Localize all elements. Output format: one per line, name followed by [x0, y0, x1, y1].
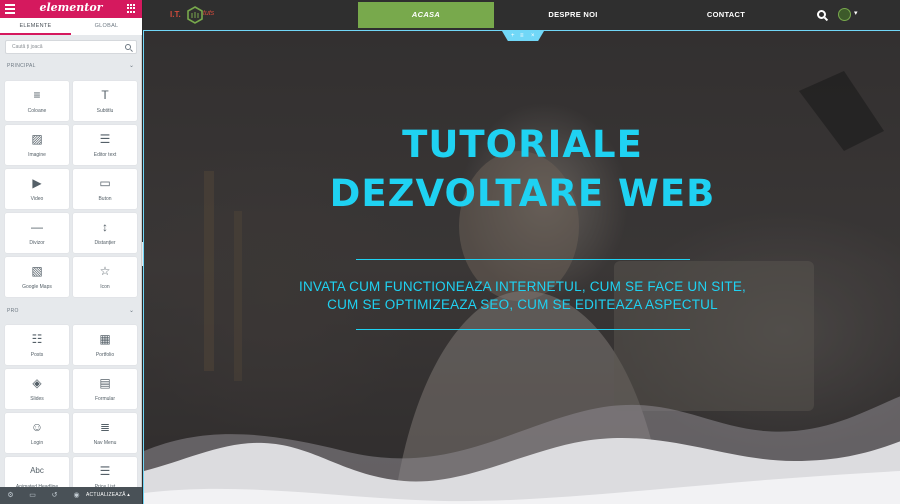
- hero-subtitle-line2: CUM SE OPTIMIZEAZA SEO, CUM SE EDITEAZA …: [327, 297, 718, 312]
- tab-elements[interactable]: ELEMENTE: [0, 18, 71, 35]
- screen: elementor ELEMENTE GLOBAL Caută ți joacă…: [0, 0, 900, 504]
- widget-star[interactable]: ☆ Icon: [73, 257, 137, 297]
- hero-divider-bottom: [356, 329, 690, 330]
- widget-label: Coloane: [27, 108, 47, 114]
- logo-text-left: I.T.: [170, 10, 181, 19]
- menu-item-acasa[interactable]: ACASA: [358, 2, 494, 28]
- widget-label: Imagine: [28, 152, 46, 158]
- widget-search-input[interactable]: Caută ți joacă: [5, 40, 137, 54]
- widget-button[interactable]: ▭ Buton: [73, 169, 137, 209]
- avatar[interactable]: [838, 8, 851, 21]
- video-icon: ▶: [32, 176, 42, 190]
- widget-image[interactable]: ▨ Imagine: [5, 125, 69, 165]
- drag-handle-icon[interactable]: ≡: [520, 32, 524, 40]
- widget-form[interactable]: ▤ Formular: [73, 369, 137, 409]
- settings-icon[interactable]: ⚙: [6, 491, 15, 500]
- image-icon: ▨: [31, 132, 43, 146]
- widget-label: Posts: [30, 352, 44, 358]
- slides-icon: ◈: [32, 376, 42, 390]
- widget-label: Formular: [94, 396, 115, 402]
- widget-video[interactable]: ▶ Video: [5, 169, 69, 209]
- caret-up-icon[interactable]: ▴: [127, 492, 130, 498]
- widget-columns[interactable]: ≡ Coloane: [5, 81, 69, 121]
- animated-headline-icon: Abc: [30, 466, 44, 475]
- widget-nav-menu[interactable]: ≣ Nav Menu: [73, 413, 137, 453]
- widget-divider[interactable]: — Divizor: [5, 213, 69, 253]
- close-icon[interactable]: ×: [531, 32, 535, 40]
- menu-item-contact[interactable]: CONTACT: [658, 2, 794, 28]
- preview-eye-icon[interactable]: ◉: [72, 491, 81, 500]
- posts-icon: ☷: [31, 332, 43, 346]
- section-edit-handle[interactable]: + ≡ ×: [502, 31, 544, 41]
- panel-header: elementor: [0, 0, 142, 18]
- spacer-icon: ↕: [102, 220, 108, 234]
- update-label: ACTUALIZEAZĂ: [86, 492, 126, 498]
- portfolio-icon: ▦: [99, 332, 111, 346]
- hero-title-line1: TUTORIALE: [402, 123, 643, 166]
- map-icon: ▧: [31, 264, 43, 278]
- responsive-mode-icon[interactable]: ▭: [28, 491, 37, 500]
- site-navbar: I.T. tuts ACASA DESPRE NOI CONTACT ▾: [143, 0, 900, 30]
- widget-label: Video: [30, 196, 44, 202]
- widget-label: Editor text: [93, 152, 117, 158]
- price-list-icon: ☰: [99, 464, 111, 478]
- widget-label: Nav Menu: [93, 440, 117, 446]
- widget-heading[interactable]: T Subtitlu: [73, 81, 137, 121]
- widget-login[interactable]: ☺ Login: [5, 413, 69, 453]
- search-placeholder: Caută ți joacă: [12, 44, 43, 50]
- hero-divider-top: [356, 259, 690, 260]
- section-title-principal[interactable]: PRINCIPAL: [7, 63, 36, 69]
- section-title-pro[interactable]: PRO: [7, 308, 19, 314]
- elementor-panel: elementor ELEMENTE GLOBAL Caută ți joacă…: [0, 0, 142, 504]
- pro-widgets: ☷ Posts ▦ Portfolio ◈ Slides ▤ Formular ☺ Login ≣ N…: [5, 325, 137, 497]
- update-button[interactable]: ACTUALIZEAZĂ ▴: [86, 487, 130, 504]
- logo-text-right: tuts: [203, 10, 215, 17]
- hero-background-illustration: [144, 71, 900, 504]
- form-icon: ▤: [99, 376, 111, 390]
- panel-footer: ⚙ ▭ ↺ ◉ ACTUALIZEAZĂ ▴: [0, 487, 142, 504]
- star-icon: ☆: [99, 264, 111, 278]
- logo-hexagon-icon: [187, 6, 203, 24]
- widget-slides[interactable]: ◈ Slides: [5, 369, 69, 409]
- widget-map[interactable]: ▧ Google Maps: [5, 257, 69, 297]
- widget-spacer[interactable]: ↕ Distanțier: [73, 213, 137, 253]
- elementor-logo: elementor: [39, 1, 103, 14]
- widget-label: Icon: [100, 284, 110, 290]
- columns-icon: ≡: [33, 88, 41, 102]
- hero-subtitle-line1: INVATA CUM FUNCTIONEAZA INTERNETUL, CUM …: [299, 279, 746, 294]
- menu-item-despre-noi[interactable]: DESPRE NOI: [505, 2, 641, 28]
- divider-icon: —: [31, 220, 43, 234]
- widget-label: Login: [30, 440, 44, 446]
- button-icon: ▭: [99, 176, 111, 190]
- search-icon: [125, 44, 131, 50]
- chevron-down-icon[interactable]: ⌄: [129, 62, 134, 69]
- widget-label: Buton: [98, 196, 112, 202]
- hero-title-line2: DEZVOLTARE WEB: [329, 172, 716, 215]
- heading-icon: T: [101, 88, 109, 102]
- widget-posts[interactable]: ☷ Posts: [5, 325, 69, 365]
- widget-label: Portfolio: [95, 352, 115, 358]
- widget-label: Slides: [30, 396, 44, 402]
- login-icon: ☺: [30, 420, 44, 434]
- chevron-down-icon[interactable]: ⌄: [129, 307, 134, 314]
- widget-label: Distanțier: [94, 240, 116, 246]
- history-icon[interactable]: ↺: [50, 491, 59, 500]
- panel-tabs: ELEMENTE GLOBAL: [0, 18, 142, 35]
- chevron-down-icon[interactable]: ▾: [854, 9, 858, 17]
- hero-section[interactable]: + ≡ × TUTORIALE DEZVOLTARE WEB INVATA CU…: [143, 30, 900, 504]
- nav-menu-icon: ≣: [99, 420, 111, 434]
- site-preview: I.T. tuts ACASA DESPRE NOI CONTACT ▾ + ≡…: [143, 0, 900, 504]
- widget-label: Divizor: [29, 240, 45, 246]
- site-logo[interactable]: I.T. tuts: [170, 6, 226, 26]
- text-editor-icon: ☰: [99, 132, 111, 146]
- widget-portfolio[interactable]: ▦ Portfolio: [73, 325, 137, 365]
- widget-label: Subtitlu: [96, 108, 114, 114]
- principal-widgets: ≡ Coloane T Subtitlu ▨ Imagine ☰ Editor text ▶ Vi…: [5, 81, 137, 297]
- add-icon[interactable]: +: [511, 32, 515, 40]
- widget-text-editor[interactable]: ☰ Editor text: [73, 125, 137, 165]
- widget-label: Google Maps: [22, 284, 52, 290]
- tab-global[interactable]: GLOBAL: [71, 18, 142, 35]
- search-icon[interactable]: [817, 10, 826, 19]
- widgets-grid-icon[interactable]: [127, 4, 136, 13]
